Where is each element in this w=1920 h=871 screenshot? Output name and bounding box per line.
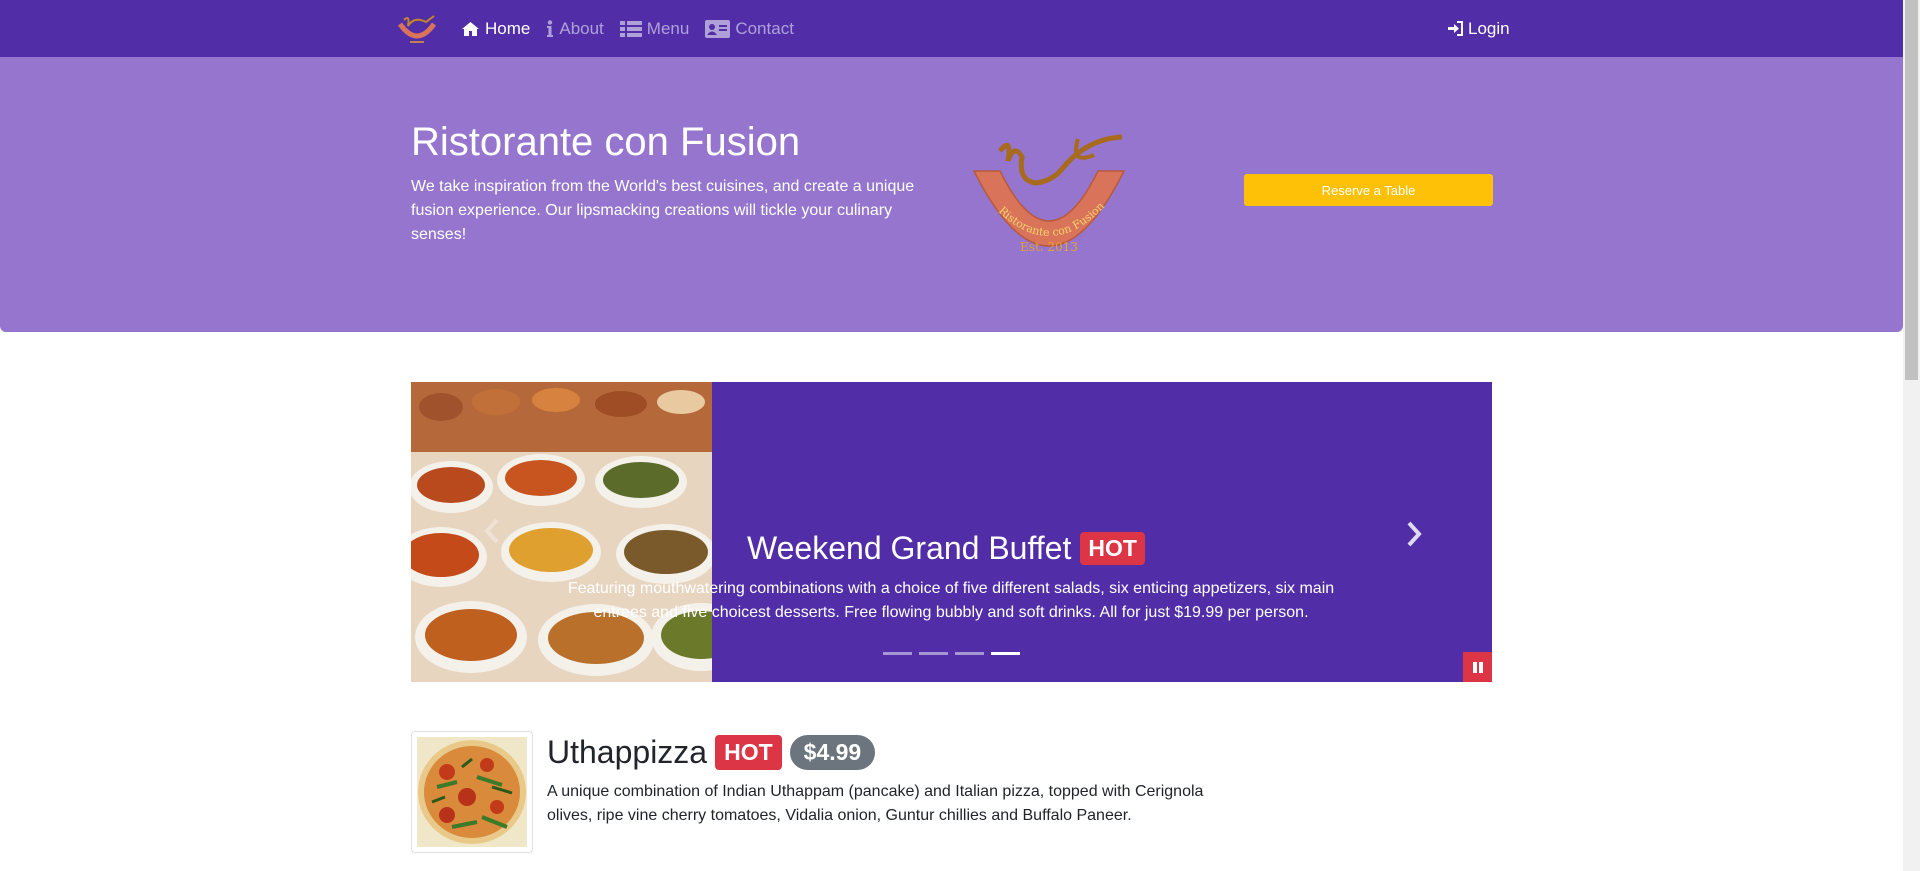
nav-contact-label: Contact [735, 18, 794, 38]
nav-menu-label: Menu [646, 18, 690, 38]
page-scrollbar[interactable] [1903, 0, 1920, 871]
home-icon [462, 21, 479, 36]
carousel-pause-button[interactable] [1463, 652, 1492, 682]
carousel-indicator[interactable] [991, 652, 1020, 655]
sign-in-icon [1448, 21, 1463, 36]
jumbotron-text: We take inspiration from the World's bes… [411, 178, 915, 243]
carousel-next-icon[interactable] [1403, 520, 1425, 548]
list-icon [619, 20, 642, 37]
dish-thumbnail[interactable] [411, 731, 533, 853]
dish-description: A unique combination of Indian Uthappam … [547, 783, 1204, 824]
carousel: Weekend Grand Buffet HOT Featuring mouth… [411, 382, 1492, 682]
pause-icon [1472, 661, 1483, 673]
address-card-icon [705, 19, 731, 38]
info-icon [547, 19, 554, 37]
carousel-indicator[interactable] [883, 652, 912, 655]
buffet-image [411, 382, 712, 682]
nav-home-label: Home [485, 18, 531, 38]
nav-about[interactable]: About [546, 18, 604, 39]
carousel-indicator[interactable] [919, 652, 948, 655]
carousel-caption-title: Weekend Grand Buffet HOT [747, 530, 1145, 567]
nav-menu[interactable]: Menu [619, 18, 690, 39]
carousel-caption-text: Featuring mouthwatering combinations wit… [567, 580, 1335, 621]
dish-name: Uthappizza [547, 734, 708, 770]
scrollbar-thumb[interactable] [1905, 0, 1918, 380]
reserve-table-button[interactable]: Reserve a Table [1244, 174, 1493, 206]
carousel-indicator[interactable] [955, 652, 984, 655]
page-title: Ristorante con Fusion [411, 120, 801, 164]
carousel-indicators [883, 652, 1020, 655]
jumbotron: Ristorante con Fusion We take inspiratio… [0, 57, 1903, 332]
restaurant-logo: Ristorante con Fusion Est. 2013 [972, 134, 1126, 254]
uthappizza-image [417, 737, 527, 847]
brand-logo[interactable] [396, 12, 438, 46]
navbar: Home About Menu Contact Login [0, 0, 1903, 57]
carousel-title-text: Weekend Grand Buffet [747, 530, 1072, 566]
hot-badge: HOT [1080, 532, 1145, 565]
logo-est-text: Est. 2013 [1020, 240, 1078, 254]
dish-price-badge: $4.99 [789, 735, 876, 770]
nav-home[interactable]: Home [461, 19, 530, 39]
nav-about-label: About [559, 18, 604, 38]
carousel-prev-icon[interactable] [481, 517, 503, 545]
dish-hot-badge: HOT [715, 735, 782, 770]
dish-heading: Uthappizza HOT $4.99 [547, 734, 876, 771]
login-link[interactable]: Login [1448, 0, 1510, 57]
login-label: Login [1468, 18, 1510, 38]
nav-contact[interactable]: Contact [705, 19, 794, 39]
